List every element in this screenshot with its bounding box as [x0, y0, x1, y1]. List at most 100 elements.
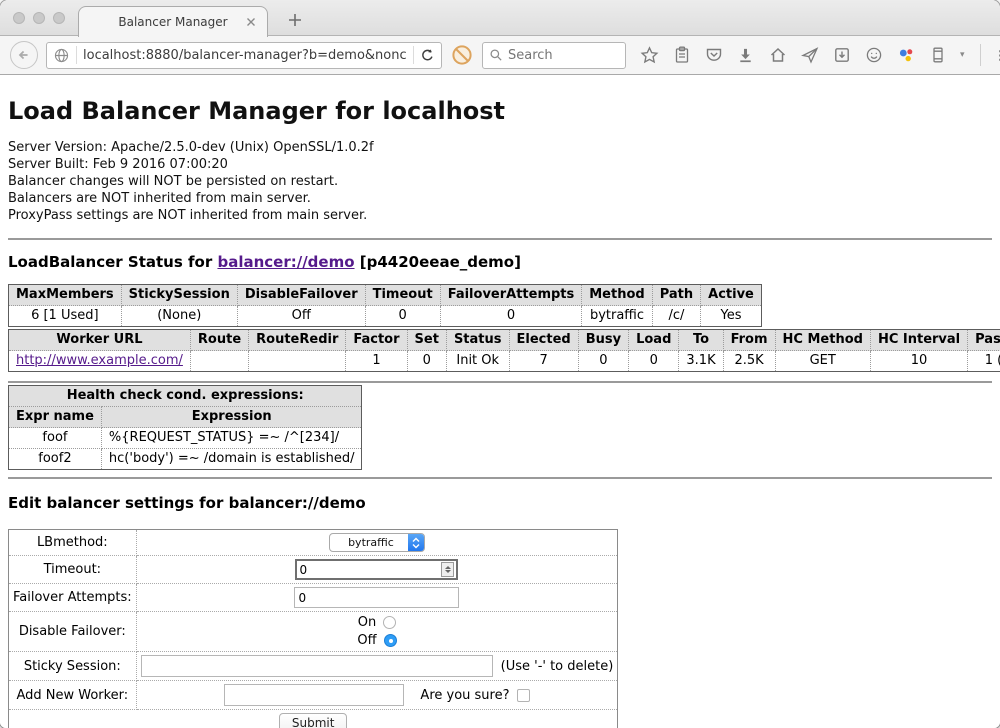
reload-icon[interactable] — [420, 48, 435, 63]
url-bar[interactable] — [46, 42, 442, 69]
failover-attempts-label: Failover Attempts: — [9, 584, 137, 612]
are-you-sure-label: Are you sure? — [420, 688, 509, 703]
content-block-icon[interactable] — [450, 43, 474, 67]
column-header: DisableFailover — [237, 285, 365, 306]
server-info: Server Version: Apache/2.5.0-dev (Unix) … — [8, 139, 992, 224]
urlbar-divider — [413, 46, 414, 64]
urlbar-divider — [76, 46, 77, 64]
health-expr-row: foof2 hc('body') =~ /domain is establish… — [9, 449, 362, 470]
bookmark-star-icon[interactable] — [640, 46, 659, 65]
cell-busy: 0 — [578, 351, 628, 372]
tab-strip: Balancer Manager — [0, 0, 1000, 36]
column-header: Status — [446, 330, 509, 351]
sticky-session-input[interactable] — [141, 655, 493, 677]
balancer-demo-link[interactable]: balancer://demo — [217, 253, 354, 271]
new-tab-icon[interactable] — [285, 10, 305, 30]
worker-url-link[interactable]: http://www.example.com/ — [16, 353, 183, 368]
submit-button[interactable]: Submit — [279, 713, 348, 728]
edit-balancer-form: LBmethod: bytraffic Timeout: — [8, 529, 618, 728]
navigation-toolbar: ▾ — [0, 36, 1000, 75]
tab-close-icon[interactable] — [245, 16, 257, 28]
cell-to: 3.1K — [679, 351, 723, 372]
cell-failoverattempts: 0 — [440, 306, 582, 327]
search-input[interactable] — [508, 48, 619, 63]
chevron-down-icon[interactable]: ▾ — [960, 50, 965, 60]
worker-table-header-row: Worker URLRouteRouteRedirFactorSetStatus… — [9, 330, 1000, 351]
add-worker-input[interactable] — [224, 684, 404, 706]
cell-disablefailover: Off — [237, 306, 365, 327]
health-table-title-row: Health check cond. expressions: — [9, 386, 362, 407]
cell-from: 2.5K — [723, 351, 775, 372]
section-divider — [8, 477, 992, 479]
radio-off-label: Off — [357, 633, 376, 648]
column-header: HC Method — [775, 330, 870, 351]
column-header: Expr name — [9, 407, 102, 428]
pocket-icon[interactable] — [704, 46, 723, 65]
tab-title: Balancer Manager — [118, 15, 227, 29]
failover-attempts-input[interactable] — [294, 587, 459, 608]
send-tab-icon[interactable] — [800, 46, 819, 65]
are-you-sure-checkbox[interactable] — [517, 689, 530, 702]
cell-expression: %{REQUEST_STATUS} =~ /^[234]/ — [101, 428, 362, 449]
column-header: From — [723, 330, 775, 351]
cell-expression: hc('body') =~ /domain is established/ — [101, 449, 362, 470]
column-header: Worker URL — [9, 330, 191, 351]
number-stepper-icon[interactable] — [441, 562, 454, 577]
cell-expr-name: foof — [9, 428, 102, 449]
column-header: Factor — [346, 330, 407, 351]
zoom-window-icon[interactable] — [53, 12, 65, 24]
home-icon[interactable] — [768, 46, 787, 65]
cell-stickysession: (None) — [121, 306, 237, 327]
cell-active: Yes — [701, 306, 762, 327]
disable-failover-on-radio[interactable] — [383, 616, 396, 629]
column-header: Set — [407, 330, 446, 351]
url-input[interactable] — [83, 48, 407, 63]
column-header: Active — [701, 285, 762, 306]
timeout-row: Timeout: — [9, 556, 618, 584]
cell-path: /c/ — [652, 306, 700, 327]
container-icon[interactable] — [928, 46, 947, 65]
timeout-input[interactable] — [299, 563, 441, 577]
lbmethod-select[interactable]: bytraffic — [329, 533, 425, 552]
health-expr-row: foof %{REQUEST_STATUS} =~ /^[234]/ — [9, 428, 362, 449]
sticky-session-row: Sticky Session: (Use '-' to delete) — [9, 652, 618, 681]
tab-balancer-manager[interactable]: Balancer Manager — [78, 6, 268, 37]
cell-timeout: 0 — [365, 306, 440, 327]
column-header: Elected — [509, 330, 578, 351]
proxypass-warning-line: ProxyPass settings are NOT inherited fro… — [8, 207, 992, 224]
lbmethod-label: LBmethod: — [9, 530, 137, 556]
downloads-icon[interactable] — [736, 46, 755, 65]
status-heading-suffix: [p4420eeae_demo] — [355, 253, 521, 271]
column-header: HC Interval — [870, 330, 967, 351]
failover-attempts-row: Failover Attempts: — [9, 584, 618, 612]
column-header: Load — [629, 330, 679, 351]
cell-maxmembers: 6 [1 Used] — [9, 306, 122, 327]
site-globe-icon — [53, 47, 70, 64]
save-to-device-icon[interactable] — [832, 46, 851, 65]
back-arrow-icon — [16, 47, 32, 63]
disable-failover-off-radio[interactable] — [384, 634, 397, 647]
toolbar-icon-row: ▾ — [640, 44, 1000, 66]
reading-list-icon[interactable] — [672, 46, 691, 65]
add-worker-row: Add New Worker: Are you sure? — [9, 681, 618, 710]
column-header: To — [679, 330, 723, 351]
sticky-session-hint: (Use '-' to delete) — [501, 659, 614, 674]
close-window-icon[interactable] — [13, 12, 25, 24]
status-heading-prefix: LoadBalancer Status for — [8, 253, 217, 271]
back-button[interactable] — [10, 41, 38, 69]
timeout-input-wrapper — [295, 559, 458, 580]
search-bar[interactable] — [482, 42, 626, 69]
cell-route — [190, 351, 248, 372]
lbmethod-row: LBmethod: bytraffic — [9, 530, 618, 556]
column-header: Busy — [578, 330, 628, 351]
minimize-window-icon[interactable] — [33, 12, 45, 24]
chat-smiley-icon[interactable] — [864, 46, 883, 65]
menu-hamburger-icon[interactable] — [996, 46, 1000, 65]
balancer-table-header-row: MaxMembersStickySessionDisableFailoverTi… — [9, 285, 762, 306]
colored-dots-extension-icon[interactable] — [896, 46, 915, 65]
server-built-line: Server Built: Feb 9 2016 07:00:20 — [8, 156, 992, 173]
cell-passes: 1 (0) — [968, 351, 1000, 372]
disable-failover-label: Disable Failover: — [9, 612, 137, 652]
timeout-label: Timeout: — [9, 556, 137, 584]
loadbalancer-status-heading: LoadBalancer Status for balancer://demo … — [8, 253, 992, 271]
